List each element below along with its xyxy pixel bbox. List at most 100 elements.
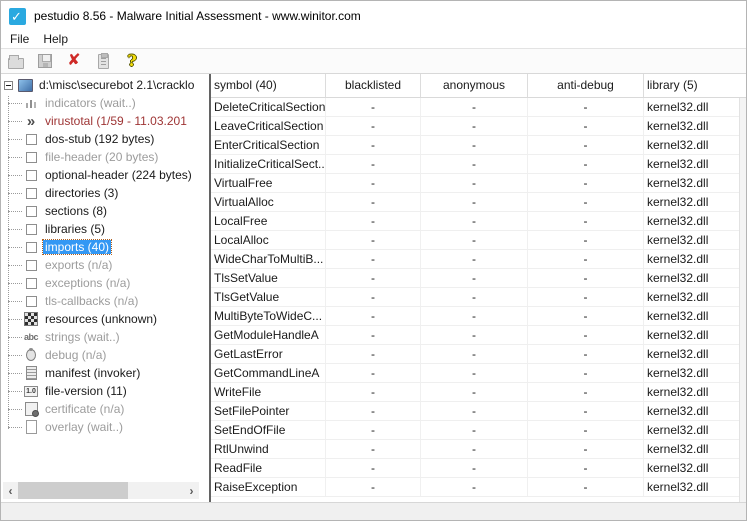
menu-file[interactable]: File	[3, 31, 36, 48]
tree-item-imports[interactable]: imports (40)	[1, 238, 203, 256]
table-row[interactable]: GetLastError---kernel32.dll	[211, 345, 746, 364]
panel-splitter[interactable]	[203, 74, 211, 502]
tree-item-label: virustotal (1/59 - 11.03.201	[43, 114, 189, 128]
table-row[interactable]: TlsSetValue---kernel32.dll	[211, 269, 746, 288]
save-icon	[38, 54, 52, 68]
tree-item-dos-stub[interactable]: dos-stub (192 bytes)	[1, 130, 203, 148]
tree-item-label: file-header (20 bytes)	[43, 150, 160, 164]
cell-anonymous: -	[421, 402, 528, 421]
tree-item-libraries[interactable]: libraries (5)	[1, 220, 203, 238]
tree-item-strings[interactable]: strings (wait..)	[1, 328, 203, 346]
table-row[interactable]: DeleteCriticalSection---kernel32.dll	[211, 98, 746, 117]
tree-connector	[8, 409, 22, 410]
cell-anonymous: -	[421, 459, 528, 478]
tree-item-exceptions[interactable]: exceptions (n/a)	[1, 274, 203, 292]
cell-anti-debug: -	[528, 98, 644, 117]
cell-anti-debug: -	[528, 364, 644, 383]
cell-blacklisted: -	[326, 212, 421, 231]
menu-help[interactable]: Help	[36, 31, 75, 48]
table-row[interactable]: EnterCriticalSection---kernel32.dll	[211, 136, 746, 155]
tree-item-tls-callbacks[interactable]: tls-callbacks (n/a)	[1, 292, 203, 310]
cell-anti-debug: -	[528, 117, 644, 136]
tree-item-sections[interactable]: sections (8)	[1, 202, 203, 220]
tree-item-label: resources (unknown)	[43, 312, 159, 326]
tree-item-overlay[interactable]: overlay (wait..)	[1, 418, 203, 436]
cell-anonymous: -	[421, 383, 528, 402]
column-header-blacklisted[interactable]: blacklisted	[326, 74, 421, 98]
table-row[interactable]: WideCharToMultiB...---kernel32.dll	[211, 250, 746, 269]
tree-item-label: libraries (5)	[43, 222, 107, 236]
cell-library: kernel32.dll	[644, 478, 746, 497]
checkbox-icon	[23, 222, 39, 236]
certificate-icon	[23, 402, 39, 416]
table-row[interactable]: GetModuleHandleA---kernel32.dll	[211, 326, 746, 345]
tree-item-directories[interactable]: directories (3)	[1, 184, 203, 202]
cell-library: kernel32.dll	[644, 288, 746, 307]
tree-item-exports[interactable]: exports (n/a)	[1, 256, 203, 274]
table-vertical-scrollbar[interactable]	[739, 98, 746, 502]
table-row[interactable]: GetCommandLineA---kernel32.dll	[211, 364, 746, 383]
table-row[interactable]: MultiByteToWideC...---kernel32.dll	[211, 307, 746, 326]
table-row[interactable]: VirtualAlloc---kernel32.dll	[211, 193, 746, 212]
tree-item-root[interactable]: d:\misc\securebot 2.1\cracklo	[1, 76, 203, 94]
tree-item-label: overlay (wait..)	[43, 420, 125, 434]
tree-item-resources[interactable]: resources (unknown)	[1, 310, 203, 328]
table-row[interactable]: ReadFile---kernel32.dll	[211, 459, 746, 478]
cell-symbol: TlsGetValue	[211, 288, 326, 307]
column-header-anti-debug[interactable]: anti-debug	[528, 74, 644, 98]
column-header-symbol[interactable]: symbol (40)	[211, 74, 326, 98]
cell-blacklisted: -	[326, 117, 421, 136]
window-title: pestudio 8.56 - Malware Initial Assessme…	[34, 9, 361, 23]
table-row[interactable]: LocalFree---kernel32.dll	[211, 212, 746, 231]
tree-item-optional-header[interactable]: optional-header (224 bytes)	[1, 166, 203, 184]
checkbox-icon	[23, 168, 39, 182]
tree-item-file-version[interactable]: file-version (11)	[1, 382, 203, 400]
tree-connector	[8, 319, 22, 320]
tree-item-label: directories (3)	[43, 186, 120, 200]
scroll-left-icon[interactable]: ‹	[3, 482, 18, 499]
table-row[interactable]: VirtualFree---kernel32.dll	[211, 174, 746, 193]
remove-button[interactable]	[64, 51, 84, 71]
cell-symbol: WriteFile	[211, 383, 326, 402]
tree-item-manifest[interactable]: manifest (invoker)	[1, 364, 203, 382]
table-row[interactable]: RtlUnwind---kernel32.dll	[211, 440, 746, 459]
tree-connector	[8, 247, 22, 248]
checkbox-icon	[23, 204, 39, 218]
imports-table: symbol (40)blacklistedanonymousanti-debu…	[211, 74, 746, 502]
table-row[interactable]: SetEndOfFile---kernel32.dll	[211, 421, 746, 440]
tree-item-file-header[interactable]: file-header (20 bytes)	[1, 148, 203, 166]
tree-item-indicators[interactable]: indicators (wait..)	[1, 94, 203, 112]
table-row[interactable]: InitializeCriticalSect...---kernel32.dll	[211, 155, 746, 174]
tree-item-label: indicators (wait..)	[43, 96, 138, 110]
cell-blacklisted: -	[326, 326, 421, 345]
table-row[interactable]: WriteFile---kernel32.dll	[211, 383, 746, 402]
collapse-toggle-icon[interactable]	[4, 81, 13, 90]
cell-anti-debug: -	[528, 478, 644, 497]
column-header-library[interactable]: library (5)	[644, 74, 746, 98]
tree-item-virustotal[interactable]: virustotal (1/59 - 11.03.201	[1, 112, 203, 130]
cell-symbol: VirtualAlloc	[211, 193, 326, 212]
scrollbar-track[interactable]	[18, 482, 184, 499]
table-row[interactable]: TlsGetValue---kernel32.dll	[211, 288, 746, 307]
table-row[interactable]: SetFilePointer---kernel32.dll	[211, 402, 746, 421]
scroll-right-icon[interactable]: ›	[184, 482, 199, 499]
table-row[interactable]: LocalAlloc---kernel32.dll	[211, 231, 746, 250]
cell-symbol: MultiByteToWideC...	[211, 307, 326, 326]
cell-symbol: TlsSetValue	[211, 269, 326, 288]
help-button[interactable]	[122, 51, 142, 71]
tree-horizontal-scrollbar[interactable]: ‹ ›	[3, 482, 199, 499]
cell-anonymous: -	[421, 421, 528, 440]
tree-item-debug[interactable]: debug (n/a)	[1, 346, 203, 364]
scrollbar-thumb[interactable]	[18, 482, 128, 499]
cell-blacklisted: -	[326, 383, 421, 402]
table-row[interactable]: LeaveCriticalSection---kernel32.dll	[211, 117, 746, 136]
tree-item-certificate[interactable]: certificate (n/a)	[1, 400, 203, 418]
cell-library: kernel32.dll	[644, 212, 746, 231]
cell-symbol: EnterCriticalSection	[211, 136, 326, 155]
tree-item-label: file-version (11)	[43, 384, 129, 398]
cell-symbol: WideCharToMultiB...	[211, 250, 326, 269]
column-header-anonymous[interactable]: anonymous	[421, 74, 528, 98]
cell-blacklisted: -	[326, 250, 421, 269]
table-row[interactable]: RaiseException---kernel32.dll	[211, 478, 746, 497]
chart-icon	[23, 96, 39, 110]
